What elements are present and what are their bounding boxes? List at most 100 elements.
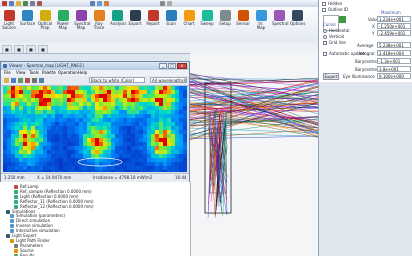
open-icon[interactable] xyxy=(16,1,21,6)
help-icon[interactable] xyxy=(160,1,165,6)
ribbon-button-0[interactable]: Light Source xyxy=(2,10,16,40)
tab-simulation[interactable]: ■ xyxy=(38,45,48,53)
wavelength-select[interactable]: All wavelengths(Nm) xyxy=(150,77,187,83)
open-icon[interactable] xyxy=(4,78,9,83)
heatmap-cell xyxy=(171,110,175,114)
tab-sketch[interactable]: ■ xyxy=(14,45,24,53)
heatmap-cell xyxy=(75,90,79,94)
heatmap-cell xyxy=(43,126,47,130)
vertical-radio[interactable] xyxy=(323,35,327,39)
y-field[interactable]: -2.459e+001 xyxy=(377,30,411,36)
value-field[interactable]: 1.234e+001 xyxy=(377,16,411,22)
heatmap-cell xyxy=(111,106,115,110)
save-icon[interactable] xyxy=(11,78,16,83)
rebuild-icon[interactable] xyxy=(97,1,102,6)
heatmap-cell xyxy=(35,90,39,94)
ribbon-button-3[interactable]: Power Map xyxy=(56,10,70,40)
heatmap-cell xyxy=(75,98,79,102)
ribbon-button-15[interactable]: Spectral xyxy=(272,10,289,40)
ribbon-button-10[interactable]: Chart xyxy=(182,10,196,40)
close-button[interactable]: x xyxy=(177,63,187,69)
search-icon[interactable] xyxy=(167,1,172,6)
ribbon-button-8[interactable]: Report xyxy=(146,10,160,40)
ribbon-button-6[interactable]: Analysis xyxy=(110,10,126,40)
ribbon-button-icon xyxy=(165,10,177,21)
ribbon-button-1[interactable]: Surface xyxy=(20,10,35,40)
ribbon-button-label: Optical Prop xyxy=(38,21,53,30)
tab-features[interactable]: ■ xyxy=(2,45,12,53)
new-icon[interactable] xyxy=(9,1,14,6)
heatmap-cell xyxy=(19,98,23,102)
integral-field[interactable]: 2.418e+004 xyxy=(377,50,411,56)
ribbon-button-7[interactable]: Export xyxy=(128,10,142,40)
heatmap-cell xyxy=(159,162,163,166)
grid-checkbox[interactable] xyxy=(323,41,327,45)
heatmap-cell xyxy=(47,102,51,106)
ribbon-button-16[interactable]: Options xyxy=(290,10,305,40)
heatmap-cell xyxy=(39,142,43,146)
minimize-button[interactable]: _ xyxy=(159,63,167,69)
heatmap-cell xyxy=(87,130,91,134)
heatmap-cell xyxy=(15,150,19,154)
ribbon-button-label: Sweep xyxy=(200,21,214,26)
measure-icon[interactable] xyxy=(25,78,30,83)
average-field[interactable]: 5.238e+001 xyxy=(377,42,411,48)
spectral-heatmap[interactable] xyxy=(3,86,187,174)
options-icon[interactable] xyxy=(104,1,109,6)
barycentre-y-field[interactable]: 3.8e+001 xyxy=(377,66,411,72)
heatmap-cell xyxy=(103,154,107,158)
palette-select[interactable]: Black to white (Color) xyxy=(89,77,145,83)
undo-icon[interactable] xyxy=(37,1,42,6)
profile-icon[interactable] xyxy=(39,78,44,83)
barycentre-x-field[interactable]: -1.3e+001 xyxy=(377,58,411,64)
heatmap-cell xyxy=(103,86,107,90)
hidden-checkbox[interactable] xyxy=(322,2,326,6)
heatmap-cell xyxy=(11,98,15,102)
eye-illuminance-field[interactable]: 9.100e+000 xyxy=(377,73,411,79)
window-titlebar[interactable]: Viewer - Spectral_map [LIGHT_RNG1] _ □ x xyxy=(1,62,189,70)
heatmap-cell xyxy=(151,170,155,174)
heatmap-cell xyxy=(147,158,151,162)
ribbon-button-4[interactable]: Spectral Map xyxy=(74,10,91,40)
select-icon[interactable] xyxy=(90,1,95,6)
outline-checkbox[interactable] xyxy=(322,8,326,12)
play-icon[interactable] xyxy=(339,16,346,23)
heatmap-cell xyxy=(175,166,179,170)
x-field[interactable]: -1.250e+001 xyxy=(377,23,411,29)
heatmap-cell xyxy=(183,158,187,162)
heatmap-cell xyxy=(123,126,127,130)
heatmap-cell xyxy=(11,110,15,114)
heatmap-cell xyxy=(51,102,55,106)
heatmap-cell xyxy=(107,166,111,170)
ribbon-button-12[interactable]: Setup xyxy=(218,10,232,40)
grid-icon[interactable] xyxy=(32,78,37,83)
heatmap-cell xyxy=(131,166,135,170)
tree-item[interactable]: Results xyxy=(14,252,34,256)
ribbon-button-14[interactable]: Irr. Map xyxy=(254,10,268,40)
ribbon-button-13[interactable]: Sensor xyxy=(236,10,250,40)
heatmap-cell xyxy=(99,158,103,162)
heatmap-cell xyxy=(175,130,179,134)
feature-tree[interactable]: Ref.Lamp Ref_sample (Reflection 0.0000 mm… xyxy=(0,182,191,256)
heatmap-cell xyxy=(51,114,55,118)
ribbon-button-11[interactable]: Sweep xyxy=(200,10,214,40)
tab-evaluate[interactable]: ■ xyxy=(26,45,36,53)
heatmap-cell xyxy=(23,134,27,138)
ribbon-button-5[interactable]: Ray Trace xyxy=(92,10,106,40)
maximize-button[interactable]: □ xyxy=(168,63,176,69)
print-icon[interactable] xyxy=(30,1,35,6)
spectral-map-window[interactable]: Viewer - Spectral_map [LIGHT_RNG1] _ □ x… xyxy=(0,61,190,182)
heatmap-cell xyxy=(175,138,179,142)
outline-label: Outline ID xyxy=(328,7,349,12)
ribbon-button-2[interactable]: Optical Prop xyxy=(38,10,52,40)
graphics-viewport[interactable] xyxy=(190,53,318,256)
save-icon[interactable] xyxy=(23,1,28,6)
ribbon-button-9[interactable]: Scan xyxy=(164,10,178,40)
horizontal-radio[interactable] xyxy=(323,29,327,33)
zoom-icon[interactable] xyxy=(18,78,23,83)
export-button[interactable]: Export xyxy=(323,73,339,80)
auto-update-checkbox[interactable] xyxy=(323,52,327,56)
heatmap-cell xyxy=(139,142,143,146)
heatmap-cell xyxy=(175,90,179,94)
heatmap-cell xyxy=(159,90,163,94)
